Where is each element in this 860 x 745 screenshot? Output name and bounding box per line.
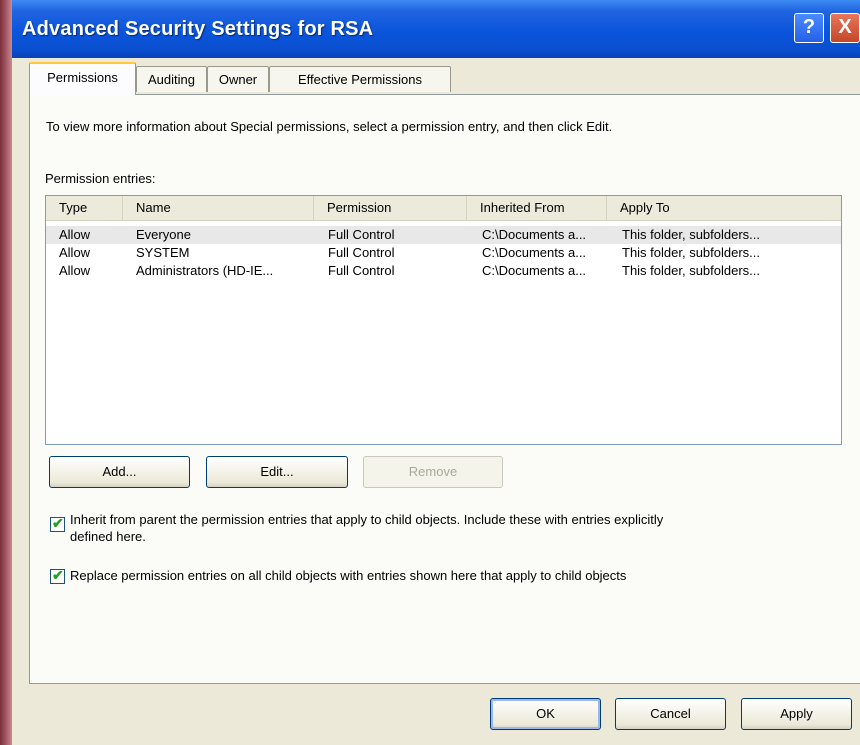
cell-name: Administrators (HD-IE...: [136, 263, 274, 278]
column-header-apply-to[interactable]: Apply To: [607, 196, 841, 220]
list-header: Type Name Permission Inherited From Appl…: [46, 196, 841, 221]
cell-apply-to: This folder, subfolders...: [622, 263, 761, 278]
permission-entries-label: Permission entries:: [45, 171, 156, 186]
replace-checkbox[interactable]: ✔: [50, 567, 65, 584]
remove-button[interactable]: Remove: [363, 456, 503, 488]
tab-permissions[interactable]: Permissions: [29, 62, 136, 95]
inherit-label-line2: defined here.: [70, 529, 146, 544]
permission-entries-list[interactable]: Type Name Permission Inherited From Appl…: [45, 195, 842, 445]
cell-inherited-from: C:\Documents a...: [482, 263, 587, 278]
inherit-checkbox[interactable]: ✔: [50, 515, 65, 532]
cell-permission: Full Control: [328, 263, 395, 278]
tab-owner[interactable]: Owner: [207, 66, 269, 92]
tab-effective-permissions[interactable]: Effective Permissions: [269, 66, 451, 92]
window-frame-left: [0, 0, 12, 745]
column-header-inherited-from[interactable]: Inherited From: [467, 196, 607, 220]
add-button[interactable]: Add...: [49, 456, 190, 488]
edit-button[interactable]: Edit...: [206, 456, 348, 488]
cell-inherited-from: C:\Documents a...: [482, 245, 587, 260]
cell-type: Allow: [59, 245, 91, 260]
cell-permission: Full Control: [328, 245, 395, 260]
cell-type: Allow: [59, 227, 91, 242]
inherit-checkbox-label[interactable]: Inherit from parent the permission entri…: [70, 511, 850, 545]
cancel-button[interactable]: Cancel: [615, 698, 726, 730]
dialog-body: Permissions Auditing Owner Effective Per…: [12, 58, 860, 745]
window-title: Advanced Security Settings for RSA: [22, 18, 374, 40]
table-row[interactable]: Allow SYSTEM Full Control C:\Documents a…: [46, 244, 841, 262]
apply-button[interactable]: Apply: [741, 698, 852, 730]
column-header-permission[interactable]: Permission: [314, 196, 467, 220]
column-header-type[interactable]: Type: [46, 196, 123, 220]
checkmark-icon: ✔: [52, 515, 64, 531]
cell-name: Everyone: [136, 227, 191, 242]
inherit-label-line1: Inherit from parent the permission entri…: [70, 512, 664, 527]
info-text: To view more information about Special p…: [46, 119, 613, 134]
table-row[interactable]: Allow Administrators (HD-IE... Full Cont…: [46, 262, 841, 280]
tab-auditing[interactable]: Auditing: [136, 66, 207, 92]
cell-inherited-from: C:\Documents a...: [482, 227, 587, 242]
cell-type: Allow: [59, 263, 91, 278]
close-button[interactable]: X: [830, 13, 860, 43]
table-row[interactable]: Allow Everyone Full Control C:\Documents…: [46, 226, 841, 244]
checkmark-icon: ✔: [52, 567, 64, 583]
replace-checkbox-label[interactable]: Replace permission entries on all child …: [70, 567, 850, 584]
cell-apply-to: This folder, subfolders...: [622, 227, 761, 242]
cell-apply-to: This folder, subfolders...: [622, 245, 761, 260]
help-button[interactable]: ?: [794, 13, 824, 43]
column-header-name[interactable]: Name: [123, 196, 314, 220]
cell-permission: Full Control: [328, 227, 395, 242]
ok-button[interactable]: OK: [490, 698, 601, 730]
permissions-panel: To view more information about Special p…: [29, 94, 860, 684]
cell-name: SYSTEM: [136, 245, 190, 260]
title-bar[interactable]: Advanced Security Settings for RSA ? X: [12, 0, 860, 58]
